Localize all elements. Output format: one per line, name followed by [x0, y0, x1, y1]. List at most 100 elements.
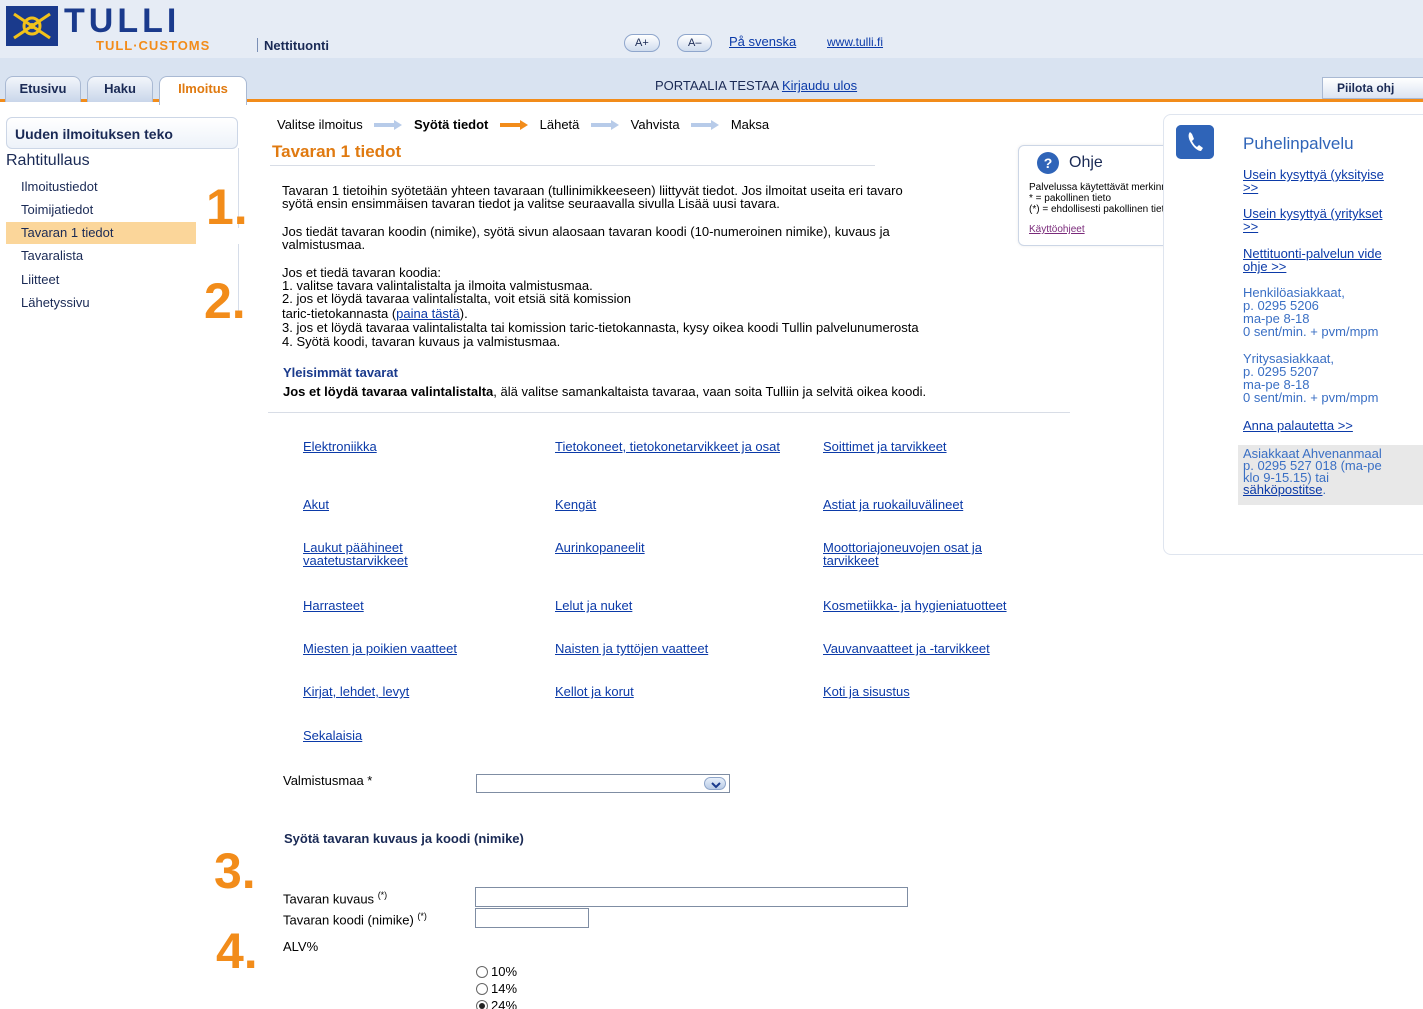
description-input[interactable] — [475, 887, 908, 907]
arrow-right-icon — [691, 119, 720, 130]
phone-icon — [1176, 125, 1214, 159]
step-marker-1: 1. — [206, 179, 248, 235]
tulli-site-link[interactable]: www.tulli.fi — [827, 35, 883, 49]
category-link[interactable]: Lelut ja nuket — [555, 599, 795, 612]
vat-option-10[interactable]: 10% — [476, 964, 517, 979]
category-link[interactable]: Kosmetiikka- ja hygieniatuotteet — [823, 599, 1063, 612]
description-heading: Syötä tavaran kuvaus ja koodi (nimike) — [284, 831, 524, 846]
nav-item-lahetyssivu[interactable]: Lähetyssivu — [6, 292, 196, 314]
unknown-step-2: 2. jos et löydä tavaraa valintalistalta,… — [282, 291, 632, 306]
category-link[interactable]: Laukut päähineet vaatetustarvikkeet — [303, 541, 443, 567]
dropdown-arrow-icon[interactable] — [704, 777, 726, 790]
faq-private-link[interactable]: Usein kysyttyä (yksityise — [1243, 168, 1384, 181]
category-link[interactable]: Elektroniikka — [303, 440, 543, 453]
category-link[interactable]: Kengät — [555, 498, 795, 511]
country-select[interactable] — [476, 774, 730, 793]
business-cost: 0 sent/min. + pvm/mpm — [1243, 390, 1379, 405]
category-link[interactable]: Astiat ja ruokailuvälineet — [823, 498, 1063, 511]
nav-item-toimijatiedot[interactable]: Toimijatiedot — [6, 199, 196, 221]
email-link[interactable]: sähköpostitse — [1243, 482, 1323, 497]
description-label: Tavaran kuvaus (*) — [283, 890, 387, 906]
code-input[interactable] — [475, 908, 589, 928]
category-link[interactable]: Soittimet ja tarvikkeet — [823, 440, 1063, 453]
arrow-right-icon — [500, 119, 529, 130]
hide-help-button[interactable]: Piilota ohj — [1322, 77, 1423, 99]
radio-button-selected[interactable] — [476, 999, 488, 1009]
tab-etusivu[interactable]: Etusivu — [5, 76, 81, 102]
aland-end: . — [1322, 482, 1327, 497]
font-decrease-button[interactable]: A– — [677, 34, 713, 52]
step-marker-4: 4. — [216, 923, 258, 979]
country-label: Valmistusmaa * — [283, 773, 373, 788]
nav-item-tavaran-1-tiedot[interactable]: Tavaran 1 tiedot — [6, 222, 196, 244]
help-question-icon: ? — [1037, 152, 1059, 174]
nav-item-ilmoitustiedot[interactable]: Ilmoitustiedot — [6, 176, 196, 198]
vat-label: ALV% — [283, 939, 319, 954]
aland-line: sähköpostitse. — [1243, 482, 1423, 497]
note-text: , älä valitse samankaltaista tavaraa, va… — [493, 384, 927, 399]
faq-business-link[interactable]: Usein kysyttyä (yritykset — [1243, 207, 1382, 220]
unknown-step-4: 4. Syötä koodi, tavaran kuvaus ja valmis… — [282, 334, 561, 349]
vat-option-24[interactable]: 24% — [476, 998, 517, 1009]
aland-customers-box: Asiakkaat Ahvenanmaal p. 0295 527 018 (m… — [1238, 445, 1423, 505]
radio-button[interactable] — [476, 965, 488, 978]
faq-private-link-arrow[interactable]: >> — [1243, 181, 1258, 194]
arrow-right-icon — [591, 119, 620, 130]
swedish-language-link[interactable]: På svenska — [729, 34, 796, 49]
section-divider — [268, 412, 1070, 413]
conditional-mark: (*) — [377, 890, 388, 900]
phone-service-title: Puhelinpalvelu — [1243, 134, 1354, 153]
category-link[interactable]: Akut — [303, 498, 543, 511]
category-link[interactable]: Koti ja sisustus — [823, 685, 1063, 698]
vat-option-label: 14% — [491, 981, 518, 996]
code-label-text: Tavaran koodi (nimike) — [283, 912, 414, 928]
category-link[interactable]: Miesten ja poikien vaatteet — [303, 642, 543, 655]
category-link[interactable]: Kellot ja korut — [555, 685, 795, 698]
category-link[interactable]: Vauvanvaatteet ja -tarvikkeet — [823, 642, 1063, 655]
user-name: PORTAALIA TESTAA — [655, 78, 779, 93]
breadcrumb-step: Lähetä — [539, 117, 580, 133]
faq-business-link-arrow[interactable]: >> — [1243, 220, 1258, 233]
user-guide-link[interactable]: Käyttöohjeet — [1029, 224, 1085, 235]
category-link[interactable]: Harrasteet — [303, 599, 543, 612]
nav-item-tavaralista[interactable]: Tavaralista — [6, 245, 196, 267]
taric-text-end: ). — [459, 306, 468, 321]
tab-haku[interactable]: Haku — [87, 76, 153, 102]
radio-button[interactable] — [476, 982, 488, 995]
breadcrumb-step: Maksa — [730, 117, 770, 133]
step-marker-2: 2. — [204, 273, 246, 329]
category-link[interactable]: Aurinkopaneelit — [555, 541, 795, 554]
top-header: TULLI TULL·CUSTOMS Nettituonti A+ A– På … — [0, 0, 1423, 58]
unknown-step-3: 3. jos et löydä tavaraa valintalistalta … — [282, 320, 919, 335]
tab-ilmoitus[interactable]: Ilmoitus — [159, 76, 247, 105]
font-increase-button[interactable]: A+ — [624, 34, 660, 52]
taric-link[interactable]: paina tästä — [396, 306, 460, 321]
help-line: Palvelussa käytettävät merkinnät: — [1029, 182, 1178, 193]
feedback-link[interactable]: Anna palautetta >> — [1243, 419, 1353, 432]
unknown-step-2-cont: taric-tietokannasta (paina tästä). — [282, 307, 468, 320]
page-title: Tavaran 1 tiedot — [272, 142, 402, 161]
logout-link[interactable]: Kirjaudu ulos — [782, 78, 857, 93]
nav-title: Uuden ilmoituksen teko — [6, 117, 238, 149]
service-name: Nettituonti — [264, 38, 329, 53]
progress-breadcrumb: Valitse ilmoitus Syötä tiedot Lähetä Vah… — [277, 116, 769, 132]
private-cost: 0 sent/min. + pvm/mpm — [1243, 324, 1379, 339]
conditional-mark: (*) — [417, 911, 427, 921]
arrow-right-icon — [374, 119, 403, 130]
help-line: * = pakollinen tieto — [1029, 193, 1112, 204]
video-guide-link-arrow[interactable]: ohje >> — [1243, 260, 1286, 273]
known-code-text: Jos tiedät tavaran koodin (nimike), syöt… — [282, 224, 890, 239]
category-link[interactable]: Naisten ja tyttöjen vaatteet — [555, 642, 795, 655]
phone-service-panel: Puhelinpalvelu Usein kysyttyä (yksityise… — [1163, 114, 1423, 555]
category-link[interactable]: Sekalaisia — [303, 729, 543, 742]
category-link[interactable]: Moottoriajoneuvojen osat ja tarvikkeet — [823, 541, 1023, 567]
title-divider — [270, 165, 875, 166]
intro-text-line: syötä ensin ensimmäisen tavaran tiedot j… — [282, 196, 780, 211]
category-link[interactable]: Tietokoneet, tietokonetarvikkeet ja osat — [555, 440, 785, 453]
code-label: Tavaran koodi (nimike) (*) — [283, 911, 427, 927]
logo-divider — [257, 38, 258, 52]
category-link[interactable]: Kirjat, lehdet, levyt — [303, 685, 543, 698]
nav-item-liitteet[interactable]: Liitteet — [6, 269, 196, 291]
vat-option-14[interactable]: 14% — [476, 981, 517, 996]
logo-text: TULLI — [64, 2, 181, 40]
